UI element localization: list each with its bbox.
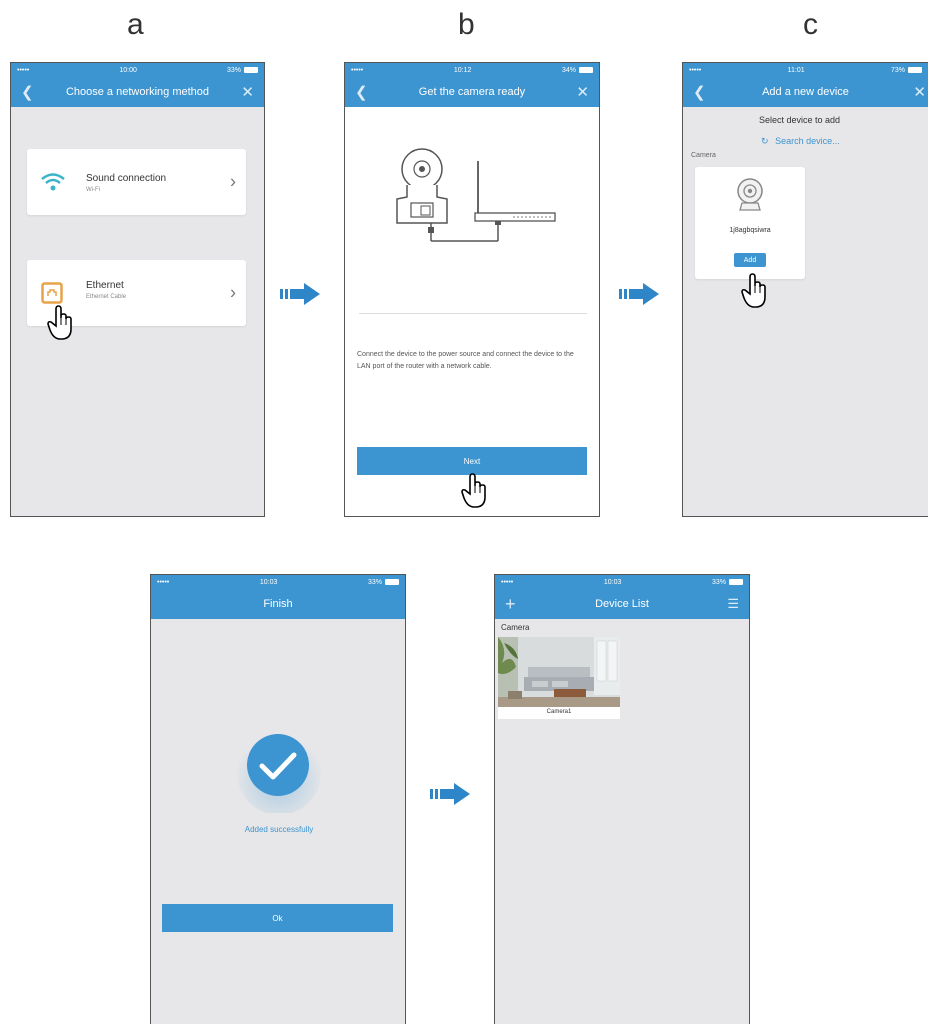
status-time: 10:00 (119, 66, 137, 74)
close-icon[interactable]: ✕ (913, 77, 926, 107)
section-label: Camera (691, 152, 716, 159)
status-time: 10:03 (603, 578, 622, 586)
arrow-right-icon (280, 283, 320, 305)
check-icon (237, 731, 321, 813)
device-card[interactable]: 1j8agbqsiwra Add (695, 167, 805, 279)
camera-router-illustration (396, 148, 556, 242)
option-subtitle: Wi-Fi (86, 187, 100, 193)
page-title: Choose a networking method (65, 86, 210, 98)
chevron-right-icon: › (230, 282, 236, 303)
status-bar: ••••• 10:00 33% (11, 63, 264, 77)
signal-indicator: ••••• (501, 578, 514, 586)
page-title: Add a new device (762, 86, 849, 98)
hand-cursor-icon (741, 273, 766, 308)
battery-indicator: 33% (712, 579, 743, 586)
nav-bar: ❮ Choose a networking method ✕ (11, 77, 264, 107)
option-sound-connection[interactable]: Sound connection Wi-Fi › (27, 149, 246, 215)
close-icon[interactable]: ✕ (576, 77, 589, 107)
refresh-icon: ↻ (761, 136, 769, 146)
camera-icon (737, 178, 763, 211)
battery-indicator: 73% (891, 67, 922, 74)
next-button[interactable]: Next (357, 447, 587, 475)
screen-finish: ••••• 10:03 33% Finish Added successfull… (150, 574, 406, 1024)
wifi-icon (41, 173, 65, 191)
screen-add-device: ••••• 11:01 73% ❮ Add a new device ✕ Sel… (682, 62, 928, 517)
back-icon[interactable]: ❮ (21, 77, 34, 107)
page-title: Finish (263, 598, 293, 610)
search-device-row[interactable]: ↻ Search device... (761, 136, 840, 147)
device-name: 1j8agbqsiwra (729, 227, 771, 234)
status-bar: ••••• 10:12 34% (345, 63, 599, 77)
success-text: Added successfully (244, 825, 314, 834)
status-bar: ••••• 10:03 33% (495, 575, 749, 589)
chevron-right-icon: › (230, 171, 236, 192)
option-subtitle: Ethernet Cable (86, 294, 127, 300)
page-title: Device List (595, 598, 649, 610)
arrow-right-icon (619, 283, 659, 305)
signal-indicator: ••••• (351, 66, 364, 74)
nav-bar: Finish (151, 589, 405, 619)
status-time: 10:12 (453, 66, 472, 74)
screen-camera-ready: ••••• 10:12 34% ❮ Get the camera ready ✕… (344, 62, 600, 517)
status-bar: ••••• 10:03 33% (151, 575, 405, 589)
menu-icon[interactable]: ☰ (727, 589, 739, 619)
status-time: 11:01 (787, 66, 805, 74)
back-icon[interactable]: ❮ (355, 77, 368, 107)
hand-cursor-icon (461, 473, 486, 508)
signal-indicator: ••••• (17, 66, 30, 74)
nav-bar: ❮ Add a new device ✕ (683, 77, 928, 107)
nav-bar: ❮ Get the camera ready ✕ (345, 77, 599, 107)
step-label-b: b (458, 8, 475, 41)
search-device-text: Search device... (775, 136, 840, 146)
instructions-text: Connect the device to the power source a… (357, 351, 574, 370)
close-icon[interactable]: ✕ (241, 77, 254, 107)
signal-indicator: ••••• (157, 578, 170, 586)
status-time: 10:03 (259, 578, 278, 586)
battery-indicator: 34% (562, 67, 593, 74)
section-label: Camera (501, 623, 530, 632)
back-icon[interactable]: ❮ (693, 77, 706, 107)
step-label-a: a (127, 8, 144, 41)
screen-networking-method: ••••• 10:00 33% ❮ Choose a networking me… (10, 62, 265, 517)
arrow-right-icon (430, 783, 470, 805)
camera-name: Camera1 (546, 709, 572, 715)
plus-icon[interactable]: + (505, 589, 516, 619)
option-title: Ethernet (86, 280, 124, 291)
nav-bar: + Device List ☰ (495, 589, 749, 619)
select-device-text: Select device to add (759, 115, 841, 125)
battery-indicator: 33% (227, 67, 258, 74)
step-label-c: c (803, 8, 818, 41)
hand-cursor-icon (47, 305, 72, 340)
ok-button[interactable]: Ok (162, 904, 393, 932)
option-title: Sound connection (86, 173, 167, 184)
content-area: Connect the device to the power source a… (345, 107, 599, 516)
camera-tile[interactable]: Camera1 (498, 637, 620, 719)
ethernet-icon (41, 282, 63, 304)
signal-indicator: ••••• (689, 66, 702, 74)
battery-indicator: 33% (368, 579, 399, 586)
screen-device-list: ••••• 10:03 33% + Device List ☰ Camera C… (494, 574, 750, 1024)
status-bar: ••••• 11:01 73% (683, 63, 928, 77)
page-title: Get the camera ready (418, 86, 526, 98)
camera-preview-image (498, 637, 620, 707)
add-button[interactable]: Add (734, 253, 766, 267)
divider (359, 313, 587, 314)
